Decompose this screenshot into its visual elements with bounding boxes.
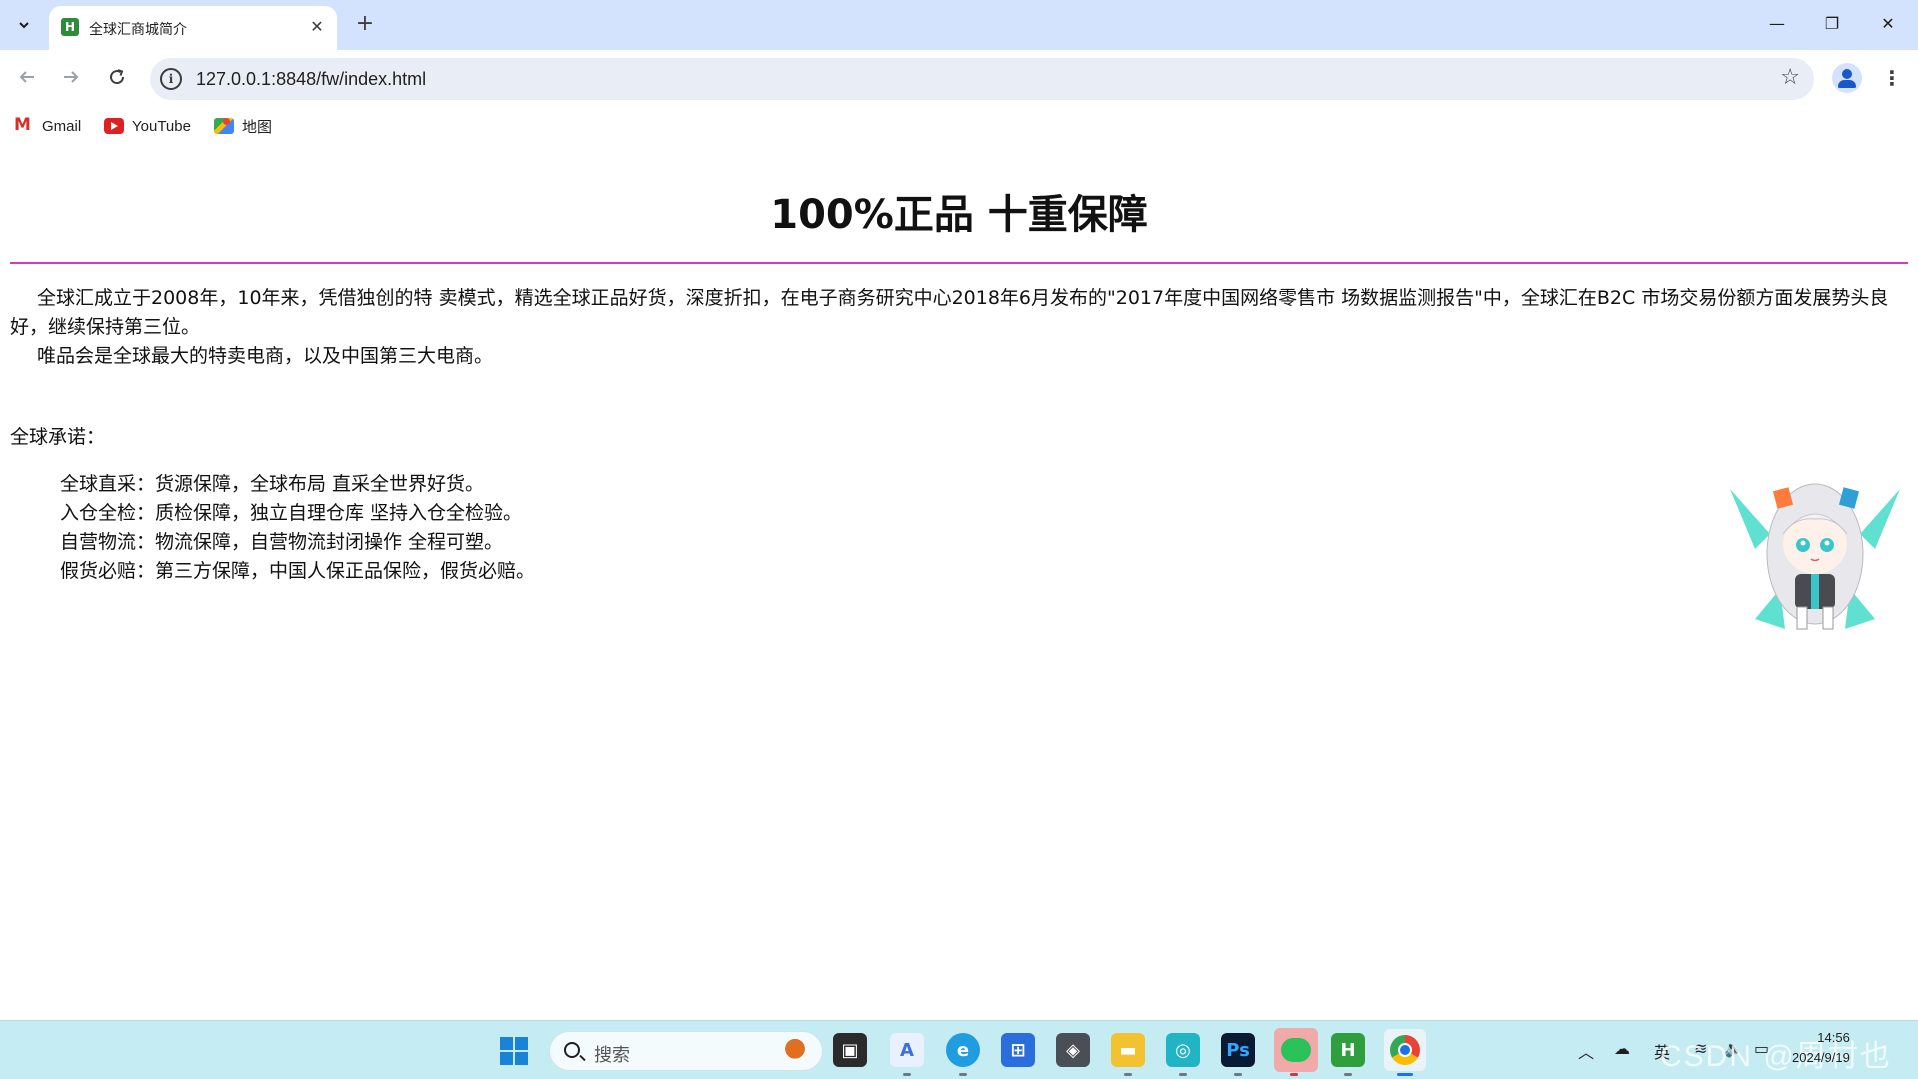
bookmark-youtube[interactable]: YouTube xyxy=(104,116,191,136)
bookmark-gmail[interactable]: Gmail xyxy=(14,115,82,136)
tab-title: 全球汇商城简介 xyxy=(89,22,187,38)
app-indicator-active xyxy=(1397,1073,1413,1076)
anime-mascot-image xyxy=(1730,483,1900,630)
edge-icon[interactable]: e xyxy=(946,1033,980,1067)
address-bar[interactable]: i 127.0.0.1:8848/fw/index.html ☆ xyxy=(150,58,1814,100)
app-indicator xyxy=(903,1073,911,1076)
bookmark-label: YouTube xyxy=(132,117,191,135)
app-indicator xyxy=(1124,1073,1132,1076)
page-title: 100%正品 十重保障 xyxy=(770,192,1148,238)
hbuilder-favicon-icon: H xyxy=(61,18,79,36)
site-info-icon[interactable]: i xyxy=(160,68,182,90)
app-indicator xyxy=(959,1073,967,1076)
wechat-icon[interactable] xyxy=(1274,1028,1318,1072)
promise-list: 全球直采：货源保障，全球布局 直采全世界好货。 入仓全检：质检保障，独立自理仓库… xyxy=(60,470,535,586)
tab-close-icon[interactable]: ✕ xyxy=(307,17,327,37)
app-indicator xyxy=(1344,1073,1352,1076)
browser-menu-icon[interactable]: ⋮ xyxy=(1882,62,1902,94)
page-content: 100%正品 十重保障 全球汇成立于2008年，10年来，凭借独创的特 卖模式，… xyxy=(0,144,1918,1020)
arrow-left-icon xyxy=(19,71,34,83)
hbuilder-icon[interactable]: H xyxy=(1331,1033,1365,1067)
arrow-right-icon xyxy=(64,71,79,83)
search-placeholder: 搜索 xyxy=(594,1045,630,1066)
intro-section: 全球汇成立于2008年，10年来，凭借独创的特 卖模式，精选全球正品好货，深度折… xyxy=(10,284,1904,371)
tray-overflow-icon[interactable]: ︿ xyxy=(1578,1039,1594,1063)
list-item: 入仓全检：质检保障，独立自理仓库 坚持入仓全检验。 xyxy=(60,502,523,524)
task-view-icon[interactable]: ▣ xyxy=(833,1033,867,1067)
list-item: 全球直采：货源保障，全球布局 直采全世界好货。 xyxy=(60,473,485,495)
profile-avatar[interactable] xyxy=(1832,63,1862,93)
forward-button[interactable] xyxy=(56,64,86,94)
csdn-watermark: CSDN @周村也 xyxy=(1660,1040,1892,1073)
search-icon xyxy=(564,1042,580,1058)
clock-time: 14:56 xyxy=(1817,1030,1850,1045)
taskbar: 搜索 ▣ A e ⊞ ◈ ▬ ◎ Ps H ︿ ☁ 英 ≋ 🔈 ▭ CSDN @… xyxy=(0,1020,1918,1079)
chrome-icon[interactable] xyxy=(1384,1029,1426,1071)
file-explorer-icon[interactable]: ▬ xyxy=(1111,1033,1145,1067)
bookmark-label: Gmail xyxy=(42,117,82,135)
app-indicator xyxy=(1234,1073,1242,1076)
taskbar-search[interactable]: 搜索 xyxy=(549,1031,823,1071)
minimize-button[interactable]: — xyxy=(1755,8,1799,40)
windows-start-icon[interactable] xyxy=(500,1037,528,1065)
tab-search-button[interactable] xyxy=(8,10,40,40)
bookmarks-bar: Gmail YouTube 地图 xyxy=(0,108,1918,144)
active-tab[interactable]: H 全球汇商城简介 ✕ xyxy=(49,6,337,50)
divider xyxy=(10,262,1908,264)
onedrive-icon[interactable]: ☁ xyxy=(1614,1039,1630,1058)
store-icon[interactable]: ⊞ xyxy=(1001,1033,1035,1067)
new-tab-button[interactable]: + xyxy=(350,10,380,40)
intro-paragraph: 全球汇成立于2008年，10年来，凭借独创的特 卖模式，精选全球正品好货，深度折… xyxy=(10,287,1889,338)
back-button[interactable] xyxy=(12,64,42,94)
bookmark-label: 地图 xyxy=(242,118,273,136)
reload-button[interactable] xyxy=(102,64,132,94)
reload-icon xyxy=(110,69,125,85)
restore-button[interactable]: ❐ xyxy=(1810,8,1854,40)
clock-date: 2024/9/19 xyxy=(1792,1050,1850,1065)
browser-toolbar: i 127.0.0.1:8848/fw/index.html ☆ ⋮ xyxy=(0,50,1918,108)
app-indicator xyxy=(1290,1073,1298,1076)
chevron-down-icon xyxy=(19,22,29,29)
url-text[interactable]: 127.0.0.1:8848/fw/index.html xyxy=(196,69,426,90)
app-circle-icon[interactable]: ◎ xyxy=(1166,1033,1200,1067)
gmail-icon xyxy=(14,115,34,135)
bookmark-star-icon[interactable]: ☆ xyxy=(1780,65,1800,90)
system-clock[interactable]: 14:56 2024/9/19 xyxy=(1792,1028,1850,1068)
bookmark-maps[interactable]: 地图 xyxy=(214,116,272,136)
promise-heading: 全球承诺： xyxy=(10,426,106,448)
intro-paragraph: 唯品会是全球最大的特卖电商，以及中国第三大电商。 xyxy=(37,345,494,367)
app-indicator xyxy=(1179,1073,1187,1076)
unity-icon[interactable]: ◈ xyxy=(1056,1033,1090,1067)
youtube-icon xyxy=(104,118,124,134)
browser-tab-strip: H 全球汇商城简介 ✕ + — ❐ ✕ xyxy=(0,0,1918,50)
maps-icon xyxy=(214,118,234,134)
list-item: 自营物流：物流保障，自营物流封闭操作 全程可塑。 xyxy=(60,531,504,553)
close-window-button[interactable]: ✕ xyxy=(1866,8,1910,40)
app-a-icon[interactable]: A xyxy=(890,1033,924,1067)
search-highlight-icon xyxy=(780,1036,810,1068)
list-item: 假货必赔：第三方保障，中国人保正品保险，假货必赔。 xyxy=(60,560,536,582)
photoshop-icon[interactable]: Ps xyxy=(1221,1033,1255,1067)
